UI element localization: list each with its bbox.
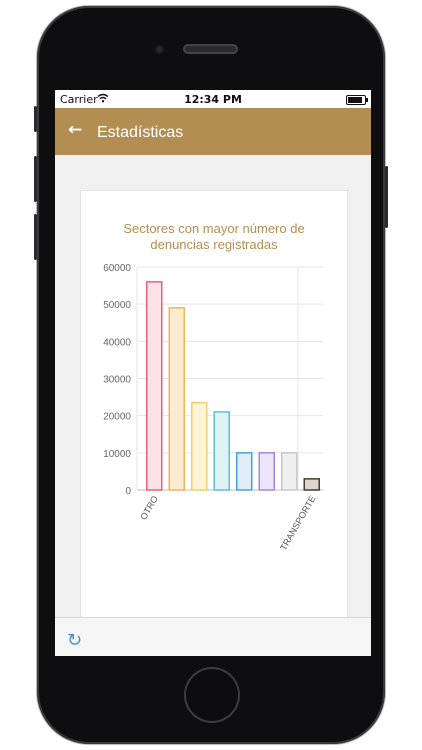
app-screen: Carrier 12:34 PM ← Estadísticas Sectores…: [55, 90, 371, 656]
bar[interactable]: [236, 452, 253, 491]
page-title: Estadísticas: [97, 124, 184, 141]
x-tick-label: TRANSPORTE: [278, 494, 317, 552]
mute-switch: [34, 106, 37, 132]
y-tick-label: 0: [125, 486, 131, 497]
bar[interactable]: [168, 307, 185, 491]
volume-up-button: [34, 156, 37, 202]
y-axis-ticks: 0 10000 20000 30000 40000 50000 60000: [103, 263, 131, 497]
status-bar: Carrier 12:34 PM: [55, 90, 371, 108]
y-tick-label: 20000: [103, 412, 131, 423]
earpiece-speaker: [183, 44, 238, 54]
home-button[interactable]: [186, 669, 238, 721]
x-axis-labels: OTRO TRANSPORTE: [138, 494, 317, 552]
bar[interactable]: [191, 401, 208, 491]
chart-title-line-1: Sectores con mayor número de: [123, 221, 304, 236]
bar[interactable]: [146, 281, 163, 491]
volume-down-button: [34, 214, 37, 260]
bar[interactable]: [213, 411, 230, 491]
y-tick-label: 50000: [103, 300, 131, 311]
bar[interactable]: [303, 478, 320, 491]
app-bar: ← Estadísticas: [55, 108, 371, 155]
status-time: 12:34 PM: [184, 93, 242, 106]
bar-chart: Sectores con mayor número de denuncias r…: [103, 221, 323, 552]
y-tick-label: 10000: [103, 449, 131, 460]
chart-title-line-2: denuncias registradas: [150, 237, 278, 252]
front-camera: [155, 45, 164, 54]
bars: [146, 281, 320, 491]
battery-icon: [346, 95, 368, 105]
bar[interactable]: [258, 452, 275, 491]
bottom-toolbar: ↻: [55, 617, 371, 656]
y-tick-label: 60000: [103, 263, 131, 274]
y-tick-label: 40000: [103, 337, 131, 348]
y-tick-label: 30000: [103, 375, 131, 386]
arrow-left-icon[interactable]: ←: [68, 120, 82, 140]
refresh-icon[interactable]: ↻: [67, 630, 82, 651]
power-button: [385, 166, 388, 228]
x-tick-label: OTRO: [138, 494, 160, 522]
bar[interactable]: [281, 452, 298, 491]
chart-card: Sectores con mayor número de denuncias r…: [80, 190, 348, 628]
